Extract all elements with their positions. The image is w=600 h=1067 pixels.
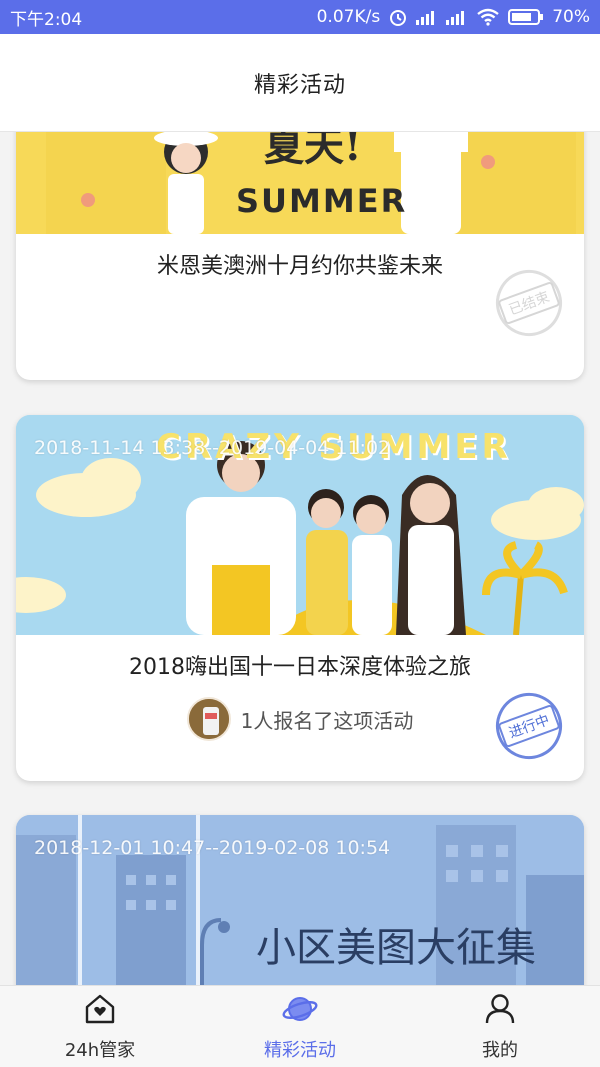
activity-banner: CRAZY SUMMER 2018-11-14 13:38--2019-04-0… — [16, 415, 584, 635]
tab-label: 我的 — [482, 1039, 518, 1061]
activity-date: 2018-11-14 13:38--2019-04-04 11:02 — [34, 437, 391, 459]
status-time: 下午2:04 — [10, 9, 83, 30]
activity-card[interactable]: 小区美图大征集 2018-12-01 10:47--2019-02-08 10:… — [16, 815, 584, 985]
banner-text: 小区美图大征集 — [256, 925, 536, 971]
home-heart-icon — [83, 992, 117, 1030]
activity-title: 2018嗨出国十一日本深度体验之旅 — [129, 655, 471, 680]
banner-text: 夏天! — [264, 132, 362, 170]
signal-icon — [416, 9, 438, 25]
tab-24h-butler[interactable]: 24h管家 — [0, 986, 200, 1067]
status-stamp-label: 已结束 — [497, 280, 561, 326]
activity-date: 2018-12-01 10:47--2019-02-08 10:54 — [34, 837, 391, 859]
alarm-icon — [388, 7, 408, 27]
page-title: 精彩活动 — [253, 72, 346, 98]
nav-bar: 精彩活动 — [0, 34, 600, 132]
activity-banner: 夏天! SUMMER — [16, 132, 584, 234]
banner-text: SUMMER — [236, 182, 408, 220]
activity-title: 米恩美澳洲十月约你共鉴未来 — [156, 254, 443, 279]
wifi-icon — [476, 8, 500, 26]
signal-icon — [446, 9, 468, 25]
tab-mine[interactable]: 我的 — [400, 986, 600, 1067]
activity-card[interactable]: 夏天! SUMMER 米恩美澳洲十月约你共鉴未来 已结束 — [16, 132, 584, 380]
activity-banner: 小区美图大征集 2018-12-01 10:47--2019-02-08 10:… — [16, 815, 584, 985]
status-stamp-label: 进行中 — [497, 703, 561, 749]
battery-icon — [508, 8, 544, 26]
battery-percent: 70% — [552, 7, 590, 27]
user-icon — [483, 992, 517, 1030]
tab-label: 24h管家 — [64, 1039, 136, 1061]
activity-card[interactable]: CRAZY SUMMER 2018-11-14 13:38--2019-04-0… — [16, 415, 584, 781]
network-speed: 0.07K/s — [316, 7, 381, 27]
tab-bar: 24h管家 精彩活动 我的 — [0, 985, 600, 1067]
signup-count: 1人报名了这项活动 — [240, 708, 414, 733]
tab-label: 精彩活动 — [264, 1039, 336, 1061]
avatar — [186, 697, 231, 741]
planet-icon — [282, 992, 318, 1030]
status-bar: 下午2:04 0.07K/s 70% — [0, 0, 600, 34]
activity-list[interactable]: 夏天! SUMMER 米恩美澳洲十月约你共鉴未来 已结束 CRAZY SUMME… — [0, 132, 600, 985]
tab-activities[interactable]: 精彩活动 — [200, 986, 400, 1067]
